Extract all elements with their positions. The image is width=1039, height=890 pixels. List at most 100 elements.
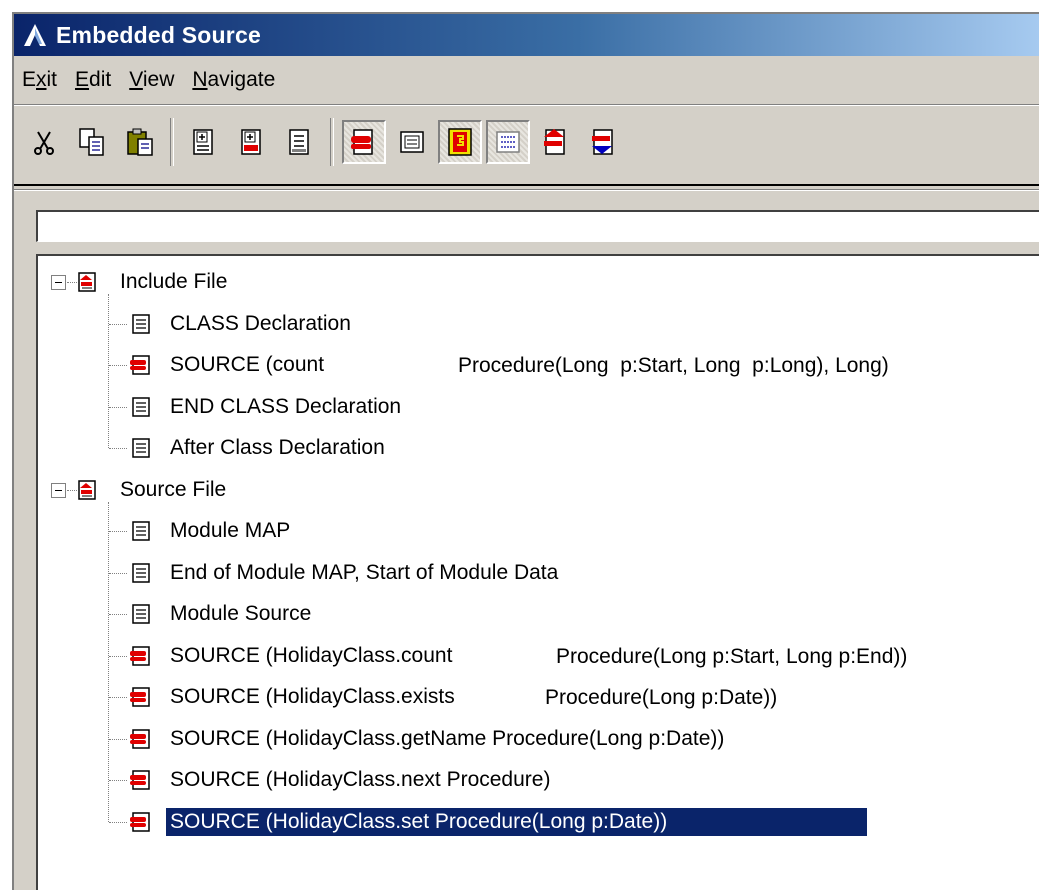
contract-icon [496,131,520,153]
embed-file-icon [78,272,96,292]
tree-group-label: Source File [120,477,227,501]
tree-connector-line [109,738,127,740]
menu-bar: Exit Edit View Navigate [14,58,1039,102]
tree-item[interactable]: END CLASS Declaration [130,389,405,425]
toolbar [20,110,1039,174]
priority-icon [448,128,472,156]
filled-embed-icon [130,728,150,749]
scissors-icon [34,131,54,155]
empty-embed-icon [132,521,150,541]
title-bar[interactable]: Embedded Source [14,14,1039,56]
filled-embed-icon [130,645,150,666]
tree-item-detail: Procedure(Long p:Date)) [545,686,778,709]
priority-button[interactable] [438,120,482,164]
tree-item-label: SOURCE (HolidayClass.set Procedure(Long … [166,807,868,836]
tree-connector-line [109,323,127,325]
tree-item-selected[interactable]: SOURCE (HolidayClass.set Procedure(Long … [130,804,868,840]
cut-button[interactable] [22,120,66,164]
menu-navigate[interactable]: Navigate [184,68,285,92]
menu-view[interactable]: View [121,68,184,92]
tree-item[interactable]: Module Source [130,596,315,632]
tree-item-label: Module MAP [170,519,291,542]
next-button[interactable] [582,120,626,164]
embedded-source-window: Embedded Source Exit Edit View Navigate Inc… [12,12,1039,890]
toolbar-separator [330,118,334,166]
filled-embed-icon [130,811,150,832]
tree-item-label: Module Source [170,602,312,625]
prev-button[interactable] [534,120,578,164]
contract-button[interactable] [486,120,530,164]
empty-embed-icon [132,562,150,583]
tree-connector-line [109,821,127,823]
minus-icon [55,489,62,491]
collapse-button[interactable] [278,120,322,164]
embed-file-icon [78,479,96,500]
filled-button[interactable] [342,120,386,164]
tree-item-label: SOURCE (HolidayClass.next Procedure) [170,768,551,791]
tree-item-label: CLASS Declaration [170,311,351,335]
empty-embed-icon [132,396,150,417]
empty-embed-icon [132,604,150,624]
all-button[interactable] [390,120,434,164]
tree-collapse-toggle[interactable] [51,275,66,290]
tree-connector-line [109,655,127,657]
app-icon [24,24,46,46]
tree-item[interactable]: SOURCE (HolidayClass.getName Procedure(L… [130,721,728,757]
embed-tree[interactable]: Include File CLASS Declaration SOURCE (cou… [36,254,1039,890]
collapse-icon [289,129,309,155]
prev-filled-icon [544,129,565,155]
copy-button[interactable] [70,120,114,164]
tree-item[interactable]: SOURCE (HolidayClass.count Procedure(Long… [130,638,907,674]
tree-item-label: End of Module MAP, Start of Module Data [170,560,559,584]
copy-icon [79,128,104,156]
tree-item-label: SOURCE (HolidayClass.exists [170,685,455,708]
tree-item-label: After Class Declaration [170,436,385,459]
tree-item-label: SOURCE (HolidayClass.count [170,643,453,667]
window-title: Embedded Source [56,21,261,48]
tree-connector-line [109,406,127,408]
tree-group-row[interactable]: Include File [76,264,231,300]
filled-embed-icon [130,355,150,375]
tree-item[interactable]: After Class Declaration [130,430,389,466]
tree-connector-line [109,365,127,366]
tree-item-label: END CLASS Declaration [170,394,402,418]
tree-item[interactable]: SOURCE (HolidayClass.exists Procedure(Lon… [130,679,777,715]
filled-embed-icon [351,129,373,155]
empty-embed-icon [132,438,150,458]
menu-toolbar-divider [14,104,1039,106]
tree-group-row[interactable]: Source File [76,472,230,508]
tree-item[interactable]: SOURCE (HolidayClass.next Procedure) [130,762,554,798]
paste-icon [127,128,153,156]
toolbar-separator [170,118,174,166]
tree-item[interactable]: Module MAP [130,513,294,549]
locator-input[interactable] [36,210,1039,242]
tree-connector-line [108,294,109,448]
tree-item-label: SOURCE (HolidayClass.getName Procedure(L… [170,726,725,750]
tree-item[interactable]: SOURCE (count Procedure(Long p:Start, Lon… [130,347,889,383]
tree-connector-line [109,780,127,781]
expand-icon [193,129,213,155]
tree-item[interactable]: CLASS Declaration [130,306,355,342]
paste-button[interactable] [118,120,162,164]
tree-connector-line [109,697,127,698]
empty-embed-icon [132,313,150,334]
tree-collapse-toggle[interactable] [51,482,66,498]
tree-item[interactable]: End of Module MAP, Start of Module Data [130,555,562,591]
expand-red-icon [241,129,261,155]
tree-connector-line [109,531,127,532]
tree-connector-line [108,501,109,822]
menu-edit[interactable]: Edit [67,68,121,92]
expand-filled-button[interactable] [230,120,274,164]
tree-group-label: Include File [120,270,228,293]
all-embeds-icon [400,131,424,153]
filled-embed-icon [130,687,150,707]
expand-button[interactable] [182,120,226,164]
tree-item-label: SOURCE (count [170,353,325,376]
tree-connector-line [109,572,127,574]
menu-exit[interactable]: Exit [14,68,67,92]
toolbar-bottom-rule-2 [14,189,1039,191]
tree-item-detail: Procedure(Long p:Start, Long p:End)) [556,644,908,668]
minus-icon [55,282,62,283]
filled-embed-icon [130,770,150,790]
next-filled-icon [592,129,613,155]
